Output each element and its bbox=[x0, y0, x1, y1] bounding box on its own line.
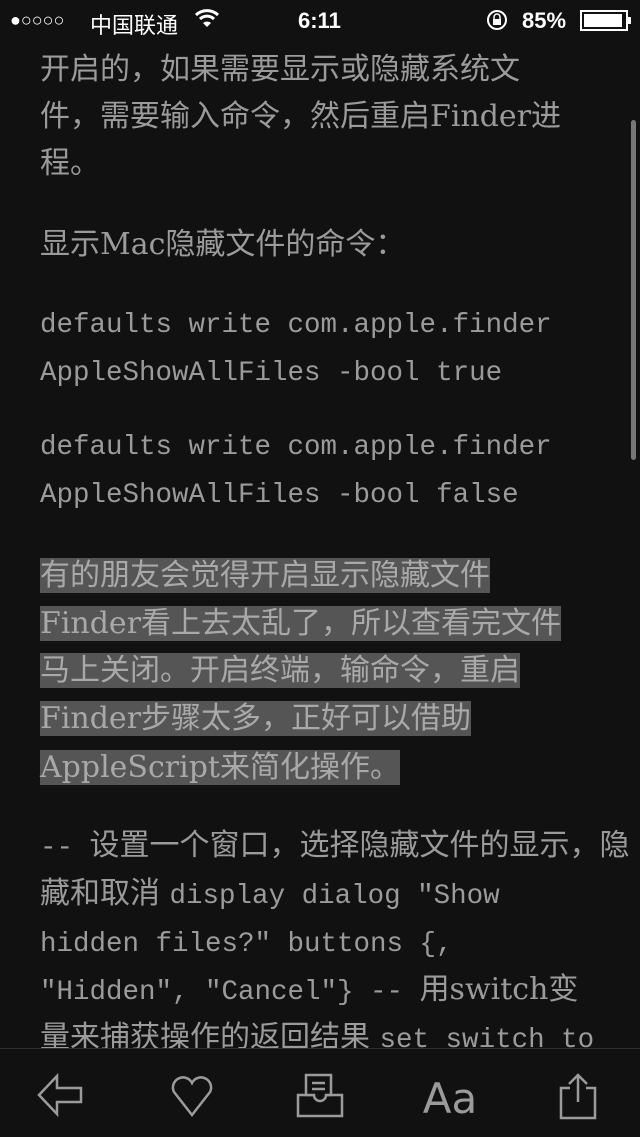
signal-strength: ●○○○○ bbox=[10, 10, 65, 30]
code-line: defaults write com.apple.finder bbox=[40, 310, 552, 341]
code-segment: set switch to bbox=[379, 1025, 595, 1048]
battery-percent: 85% bbox=[522, 8, 567, 33]
code-line: AppleShowAllFiles -bool true bbox=[40, 358, 503, 389]
back-arrow-icon bbox=[37, 1072, 87, 1123]
script-line: 量来捕获操作的返回结果 set switch to bbox=[40, 1020, 594, 1048]
paragraph-line: 程。 bbox=[40, 146, 100, 181]
back-button[interactable] bbox=[37, 1072, 87, 1123]
heart-icon bbox=[169, 1074, 215, 1122]
highlighted-text[interactable]: Finder步骤太多，正好可以借助 bbox=[40, 701, 472, 736]
highlighted-text[interactable]: AppleScript来简化操作。 bbox=[40, 750, 400, 785]
share-icon bbox=[558, 1072, 598, 1124]
code-segment: hidden files?" buttons {, bbox=[40, 929, 453, 960]
wifi-icon bbox=[194, 6, 220, 36]
archive-button[interactable] bbox=[295, 1073, 345, 1123]
share-button[interactable] bbox=[553, 1073, 603, 1123]
paragraph-heading: 显示Mac隐藏文件的命令： bbox=[40, 227, 406, 262]
script-line: -- 设置一个窗口，选择隐藏文件的显示，隐 bbox=[40, 828, 630, 867]
code-line: AppleShowAllFiles -bool false bbox=[40, 480, 519, 511]
rotation-lock-icon bbox=[486, 9, 510, 37]
paragraph-line: 件，需要输入命令，然后重启Finder进 bbox=[40, 99, 562, 134]
bottom-toolbar: Aa bbox=[0, 1048, 640, 1137]
text-segment: 藏和取消 bbox=[40, 876, 170, 911]
favorite-button[interactable] bbox=[167, 1073, 217, 1123]
highlighted-text[interactable]: 马上关闭。开启终端，输命令，重启 bbox=[40, 653, 520, 688]
highlighted-text[interactable]: Finder看上去太乱了，所以查看完文件 bbox=[40, 606, 562, 641]
code-line: defaults write com.apple.finder bbox=[40, 432, 552, 463]
clock: 6:11 bbox=[298, 8, 341, 33]
status-bar: ●○○○○ 中国联通 6:11 85% bbox=[0, 0, 640, 40]
scrollbar[interactable] bbox=[631, 120, 636, 460]
script-line: "Hidden", "Cancel"} -- 用switch变 bbox=[40, 972, 578, 1011]
script-line: 藏和取消 display dialog "Show bbox=[40, 876, 500, 915]
text-segment: 设置一个窗口，选择隐藏文件的显示，隐 bbox=[89, 828, 630, 863]
font-settings-button[interactable]: Aa bbox=[420, 1073, 480, 1123]
paragraph-line: 开启的，如果需要显示或隐藏系统文 bbox=[40, 52, 520, 87]
battery-icon bbox=[580, 10, 632, 38]
code-segment: -- bbox=[40, 833, 90, 864]
highlighted-text[interactable]: 有的朋友会觉得开启显示隐藏文件 bbox=[40, 558, 490, 593]
script-line: hidden files?" buttons {, bbox=[40, 924, 453, 963]
inbox-tray-icon bbox=[296, 1073, 344, 1123]
code-segment: "Hidden", "Cancel"} -- bbox=[40, 977, 420, 1008]
text-segment: 用switch变 bbox=[419, 972, 579, 1007]
text-segment: 量来捕获操作的返回结果 bbox=[40, 1020, 380, 1048]
carrier: 中国联通 bbox=[90, 14, 179, 39]
article-content[interactable]: 开启的，如果需要显示或隐藏系统文 件，需要输入命令，然后重启Finder进 程。… bbox=[0, 40, 640, 1048]
code-segment: display dialog "Show bbox=[169, 881, 500, 912]
